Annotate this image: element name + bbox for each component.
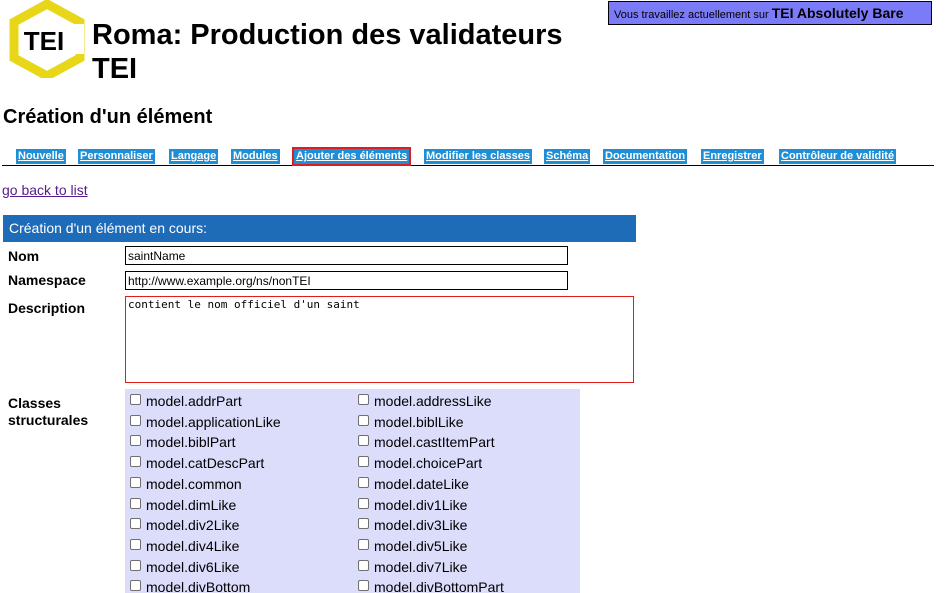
project-prefix: Vous travaillez actuellement sur [614,9,769,21]
checkbox[interactable] [130,415,141,426]
class-option[interactable]: model.divBottomPart [358,577,504,593]
tab-modules[interactable]: Modules [231,149,280,164]
name-label: Nom [8,248,40,264]
tab-ajouter-des-elements[interactable]: Ajouter des éléments [291,147,412,166]
class-option-label: model.catDescPart [146,455,265,471]
tei-logo: TEI [8,0,86,82]
class-option[interactable]: model.choicePart [358,453,482,473]
checkbox[interactable] [130,456,141,467]
class-option[interactable]: model.div6Like [130,557,239,577]
class-option[interactable]: model.dateLike [358,474,469,494]
checkbox[interactable] [358,560,369,571]
class-option[interactable]: model.div1Like [358,495,467,515]
description-label: Description [8,300,86,316]
class-option-label: model.divBottomPart [374,579,504,593]
class-option[interactable]: model.addressLike [358,391,492,411]
project-name: TEI Absolutely Bare [771,5,904,21]
class-option-label: model.divBottom [146,579,251,593]
checkbox[interactable] [130,394,141,405]
checkbox[interactable] [130,435,141,446]
description-textarea[interactable]: contient le nom officiel d'un saint [125,296,634,383]
tab-personnaliser[interactable]: Personnaliser [78,149,155,164]
tab-bar: Nouvelle Personnaliser Langage Modules A… [2,147,934,166]
class-option[interactable]: model.catDescPart [130,453,264,473]
class-option-label: model.div3Like [374,517,468,533]
class-option[interactable]: model.divBottom [130,577,250,593]
tab-enregistrer[interactable]: Enregistrer [701,149,764,164]
namespace-input[interactable] [125,271,568,290]
class-option[interactable]: model.applicationLike [130,412,281,432]
checkbox[interactable] [358,580,369,591]
checkbox[interactable] [130,518,141,529]
classes-label: Classes structurales [8,395,89,428]
class-option-label: model.biblPart [146,434,236,450]
class-option-label: model.castItemPart [374,434,495,450]
title-line-2: TEI [92,53,138,85]
checkbox[interactable] [358,539,369,550]
checkbox[interactable] [358,498,369,509]
class-option[interactable]: model.biblPart [130,432,236,452]
class-option[interactable]: model.div7Like [358,557,467,577]
tab-documentation[interactable]: Documentation [603,149,688,164]
tab-langage[interactable]: Langage [169,149,219,164]
checkbox[interactable] [358,394,369,405]
class-option-label: model.applicationLike [146,414,281,430]
class-option-label: model.common [146,476,242,492]
tab-schema[interactable]: Schéma [544,149,591,164]
class-option[interactable]: model.div3Like [358,515,467,535]
checkbox[interactable] [358,435,369,446]
class-option-label: model.div2Like [146,517,240,533]
back-to-list-link[interactable]: go back to list [2,181,88,199]
name-input[interactable] [125,246,568,265]
checkbox[interactable] [130,477,141,488]
class-option[interactable]: model.common [130,474,242,494]
checkbox[interactable] [130,498,141,509]
class-option-label: model.biblLike [374,414,464,430]
class-option-label: model.div1Like [374,497,468,513]
checkbox[interactable] [130,539,141,550]
tab-controleur-de-validite[interactable]: Contrôleur de validité [779,149,897,164]
class-option[interactable]: model.addrPart [130,391,242,411]
checkbox[interactable] [358,456,369,467]
checkbox[interactable] [358,477,369,488]
class-option-label: model.div4Like [146,538,240,554]
class-option-label: model.div5Like [374,538,468,554]
tei-logo-graphic: TEI [9,0,85,82]
class-option[interactable]: model.biblLike [358,412,464,432]
class-option[interactable]: model.div5Like [358,536,467,556]
class-option[interactable]: model.div2Like [130,515,239,535]
class-option[interactable]: model.castItemPart [358,432,495,452]
class-option-label: model.dateLike [374,476,469,492]
vertical-scrollbar[interactable] [935,26,946,593]
class-option-label: model.choicePart [374,455,483,471]
checkbox[interactable] [358,415,369,426]
class-option-label: model.addressLike [374,393,492,409]
class-option-label: model.addrPart [146,393,242,409]
checkbox[interactable] [130,560,141,571]
current-project-box: Vous travaillez actuellement sur TEI Abs… [608,1,932,25]
tab-nouvelle[interactable]: Nouvelle [16,149,66,164]
form-panel-header: Création d'un élément en cours: [3,215,636,242]
class-option-label: model.div7Like [374,559,468,575]
class-option[interactable]: model.dimLike [130,495,236,515]
class-option-label: model.div6Like [146,559,240,575]
namespace-label: Namespace [8,272,86,288]
page-heading: Création d'un élément [3,106,213,128]
page-title: Roma: Production des validateurs TEI [92,18,563,86]
structural-classes-panel: model.addrPart model.applicationLike mod… [125,389,580,593]
class-option-label: model.dimLike [146,497,237,513]
logo-text: TEI [24,26,64,56]
tab-modifier-les-classes[interactable]: Modifier les classes [424,149,532,164]
checkbox[interactable] [358,518,369,529]
class-option[interactable]: model.div4Like [130,536,239,556]
title-line-1: Roma: Production des validateurs [92,19,563,51]
checkbox[interactable] [130,580,141,591]
